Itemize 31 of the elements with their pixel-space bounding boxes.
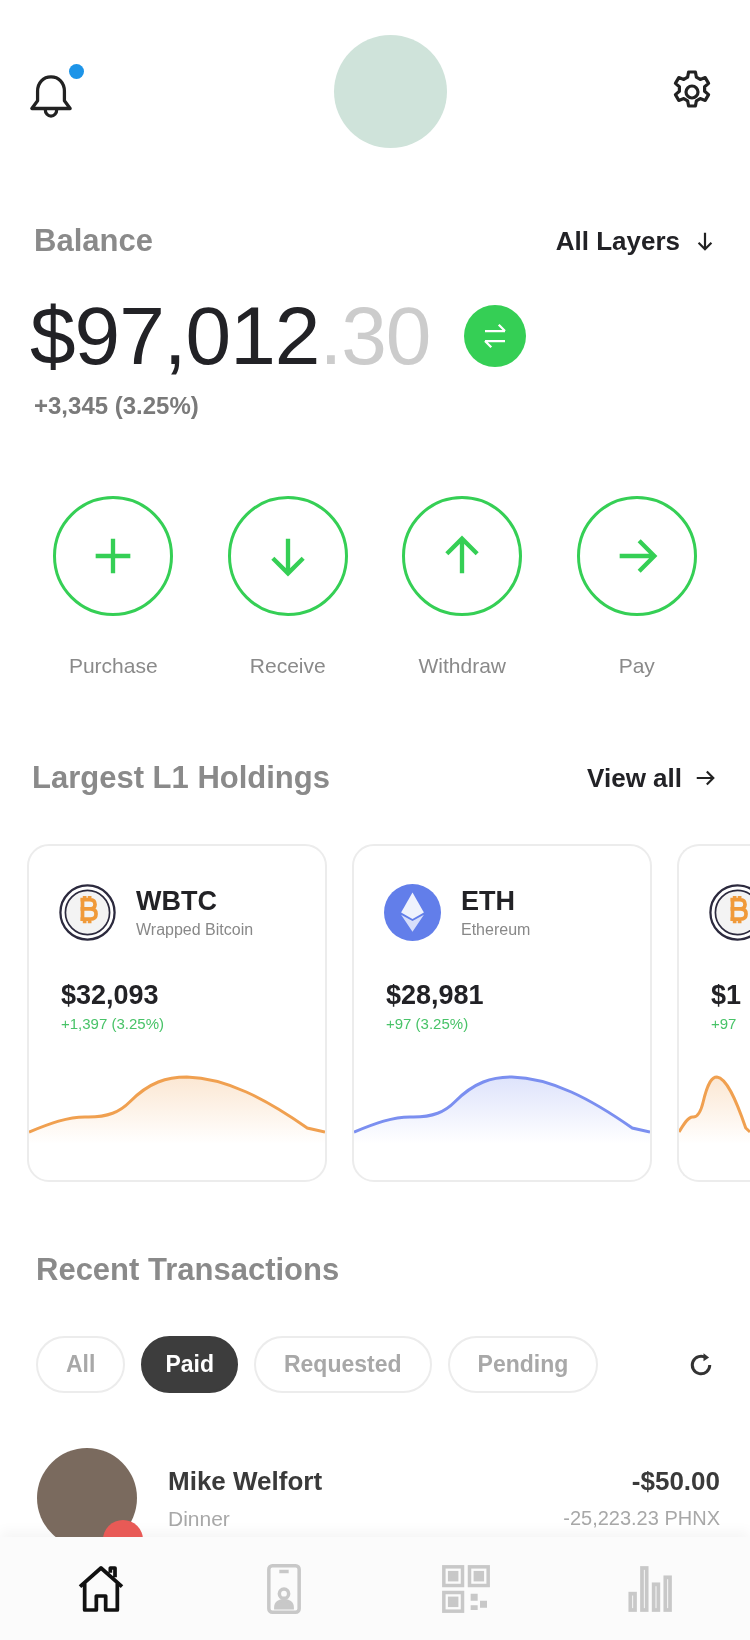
transaction-amount: -$50.00 (631, 1466, 720, 1497)
coin-change: +1,397 (3.25%) (60, 1015, 165, 1032)
transaction-note: Dinner (168, 1506, 231, 1531)
coin-price: $32,093 (60, 980, 160, 1011)
layer-selector[interactable]: All Layers (555, 225, 716, 257)
ethereum-icon (384, 883, 441, 941)
action-label: Pay (618, 654, 655, 678)
holding-card[interactable]: WBTC Wrapped Bitcoin $32,093 +1,397 (3.25%) (27, 844, 327, 1182)
section-title: Largest L1 Holdings (32, 760, 330, 796)
balance-change: +3,345 (3.25%) (33, 392, 200, 420)
coin-price: $1 (710, 980, 743, 1011)
coin-name: Ethereum (461, 920, 531, 939)
contact-name: Mike Welfort (168, 1465, 324, 1497)
coin-change: +97 (3.25%) (385, 1015, 470, 1032)
filter-chip[interactable]: Paid (141, 1336, 238, 1393)
coin-price: $28,981 (385, 980, 485, 1011)
bitcoin-icon (59, 883, 116, 941)
token-amount: -25,223.23 PHNX (563, 1507, 720, 1530)
coin-symbol: ETH (461, 885, 516, 917)
holding-card[interactable]: $1 +97 (677, 844, 750, 1182)
action-label: Receive (249, 654, 326, 678)
coin-name: Wrapped Bitcoin (136, 920, 254, 939)
section-title: Recent Transactions (35, 1252, 341, 1288)
action-label: Purchase (68, 654, 158, 678)
balance-label: Balance (34, 223, 153, 259)
view-all-link[interactable]: View all (587, 762, 716, 794)
balance-amount: $97,012 (30, 289, 320, 383)
coin-symbol: WBTC (136, 885, 218, 917)
coin-change: +97 (710, 1015, 738, 1032)
holding-card[interactable]: ETH Ethereum $28,981 +97 (3.25%) (352, 844, 652, 1182)
action-label: Withdraw (418, 654, 506, 678)
